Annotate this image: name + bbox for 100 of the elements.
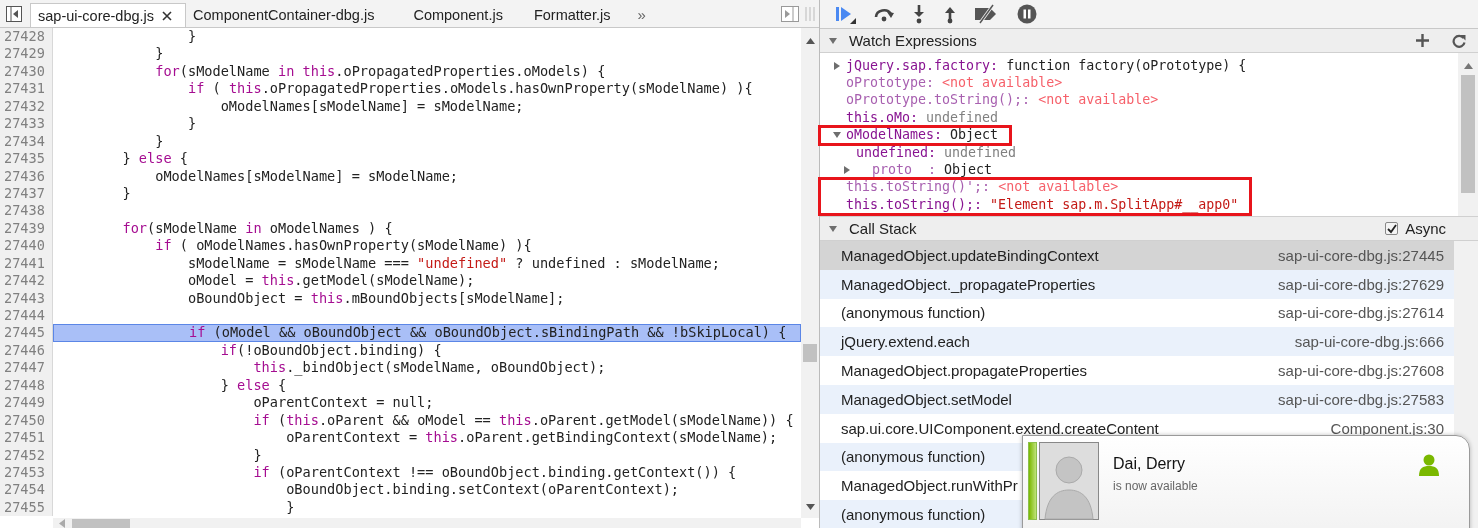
function-name: ManagedObject.propagateProperties — [841, 362, 1087, 380]
pause-icon[interactable] — [1017, 4, 1037, 24]
code-line: oParentContext = this.oParent.getBindingContext(sModelName); — [285, 429, 778, 446]
function-name: (anonymous function) — [841, 448, 986, 466]
line-number: 27429 — [0, 45, 53, 63]
code-line: this._bindObject(sModelName, oBoundObject); — [252, 359, 606, 376]
expand-triangle-icon[interactable] — [842, 165, 852, 176]
code-line: } — [154, 132, 164, 149]
panel-toggle-icon[interactable] — [781, 5, 799, 22]
code-line: if ( oModelNames.hasOwnProperty(sModelName) ){ — [154, 237, 532, 254]
line-number: 27442 — [0, 272, 53, 290]
line-number: 27447 — [0, 359, 53, 377]
watch-expression[interactable]: jQuery.sap.factory: function factory(oPrototype) { — [846, 56, 1247, 75]
avatar-placeholder-icon — [1039, 442, 1099, 520]
code-line: } — [252, 446, 262, 463]
code-line: oBoundObject.binding.setContext(oParentContext); — [285, 481, 679, 498]
refresh-icon[interactable] — [1452, 33, 1466, 48]
contact-name: Dai, Derry — [1113, 455, 1186, 473]
line-number: 27438 — [0, 202, 53, 220]
scrollbar-thumb[interactable] — [72, 518, 130, 528]
function-name: ManagedObject.runWithPr — [841, 477, 1018, 495]
horizontal-scrollbar[interactable] — [53, 518, 801, 528]
file-tab[interactable]: Component.js — [406, 3, 527, 27]
collapse-triangle-icon[interactable] — [828, 35, 838, 46]
code-line: } — [154, 45, 164, 62]
function-name: ManagedObject.setModel — [841, 390, 1012, 408]
scroll-up-icon[interactable] — [805, 38, 815, 44]
line-number: 27445 — [0, 324, 53, 342]
watch-expression[interactable]: this.toString()';: <not available> — [846, 178, 1119, 197]
watch-expression[interactable]: this.toString();: "Element sap.m.SplitApp#__app0" — [846, 195, 1239, 214]
line-number: 27435 — [0, 150, 53, 168]
vertical-scrollbar[interactable] — [1458, 53, 1478, 216]
code-line: } — [186, 115, 197, 132]
call-frame[interactable]: jQuery.extend.each sap-ui-core-dbg.js:666 — [820, 327, 1454, 357]
line-number: 27444 — [0, 307, 53, 325]
code-line: if (oModel && oBoundObject && oBoundObject.sBindingPath && !bSkipLocal) { — [187, 325, 787, 341]
code-line: sModelName = sModelName === "undefined" ? undefined : sModelName; — [186, 254, 720, 271]
collapse-triangle-icon[interactable] — [828, 223, 838, 234]
code-line: } — [186, 28, 197, 44]
file-tab[interactable]: Formatter.js — [526, 3, 624, 27]
source-location: sap-ui-core-dbg.js:27445 — [1278, 246, 1444, 264]
code-line: if ( this.oPropagatedProperties.oModels.hasOwnProperty(sModelName) ){ — [186, 80, 753, 97]
code-line: if (oParentContext !== oBoundObject.binding.getContext()) { — [252, 463, 737, 480]
scrollbar-thumb[interactable] — [1461, 75, 1475, 193]
watch-expression[interactable]: oPrototype.toString();: <not available> — [846, 91, 1159, 110]
code-line: if (this.oParent && oModel == this.oParent.getModel(sModelName)) { — [252, 411, 794, 428]
call-frame[interactable]: ManagedObject._propagateProperties sap-ui-core-dbg.js:27629 — [820, 269, 1454, 299]
async-checkbox[interactable] — [1385, 222, 1399, 235]
grip-icon[interactable] — [805, 6, 815, 21]
source-location: sap-ui-core-dbg.js:27583 — [1278, 390, 1444, 408]
code-line: } else { — [121, 150, 188, 167]
step-into-icon[interactable] — [912, 4, 926, 24]
code-line: oModel = this.getModel(sModelName); — [186, 272, 475, 289]
function-name: (anonymous function) — [841, 506, 986, 524]
scroll-up-icon[interactable] — [1463, 63, 1473, 69]
source-location: sap-ui-core-dbg.js:27629 — [1278, 275, 1444, 293]
watch-expression[interactable]: this.oMo: undefined — [846, 108, 999, 127]
scrollbar-thumb[interactable] — [803, 344, 817, 362]
vertical-scrollbar[interactable] — [801, 28, 819, 518]
line-number: 27431 — [0, 80, 53, 98]
close-icon[interactable] — [162, 10, 173, 21]
add-icon[interactable] — [1416, 34, 1429, 47]
check-icon — [1386, 223, 1397, 234]
function-name: ManagedObject.updateBindingContext — [841, 246, 1099, 264]
file-tab[interactable]: sap-ui-core-dbg.js — [30, 3, 187, 27]
code-line: for(sModelName in oModelNames ) { — [121, 219, 393, 236]
watch-expression[interactable]: oPrototype: <not available> — [846, 74, 1063, 93]
status-message: is now available — [1113, 479, 1199, 493]
resume-icon[interactable] — [834, 4, 856, 24]
call-frame[interactable]: ManagedObject.updateBindingContext sap-ui-core-dbg.js:27445 — [820, 241, 1454, 270]
line-number: 27449 — [0, 394, 53, 412]
code-line: } — [121, 184, 131, 201]
more-tabs-button[interactable]: » — [637, 4, 646, 23]
code-line: oModelNames[sModelName] = sModelName; — [154, 167, 459, 184]
source-location: Component.js:30 — [1330, 419, 1444, 437]
sidebar-toggle-icon[interactable] — [6, 5, 22, 22]
function-name: jQuery.extend.each — [841, 333, 970, 351]
line-number: 27433 — [0, 115, 53, 133]
section-title[interactable]: Watch Expressions — [849, 32, 977, 49]
section-title[interactable]: Call Stack — [849, 220, 917, 237]
watch-expression[interactable]: oModelNames: Object — [846, 126, 999, 145]
line-number: 27451 — [0, 429, 53, 447]
file-tab[interactable]: ComponentContainer-dbg.js — [186, 3, 407, 27]
function-name: ManagedObject._propagateProperties — [841, 275, 1096, 293]
line-number: 27428 — [0, 28, 53, 46]
code-line: if(!oBoundObject.binding) { — [219, 341, 442, 358]
line-number: 27454 — [0, 481, 53, 499]
code-line: oBoundObject = this.mBoundObjects[sModelName]; — [186, 289, 565, 306]
line-number: 27440 — [0, 237, 53, 255]
function-name: sap.ui.core.UIComponent.extend.createContent — [841, 419, 1159, 437]
checkbox-label[interactable]: Async — [1405, 220, 1446, 237]
watch-expression[interactable]: undefined: undefined — [856, 143, 1017, 162]
code-line: } — [285, 498, 295, 515]
call-frame[interactable]: ManagedObject.setModel sap-ui-core-dbg.js:27583 — [820, 385, 1454, 414]
expand-triangle-icon[interactable] — [832, 60, 842, 71]
code-line: } else { — [219, 376, 287, 393]
scroll-down-icon[interactable] — [805, 504, 815, 510]
watch-expression[interactable]: proto : Object — [856, 161, 993, 180]
source-location: sap-ui-core-dbg.js:666 — [1294, 333, 1444, 351]
source-location: sap-ui-core-dbg.js:27608 — [1278, 362, 1444, 380]
